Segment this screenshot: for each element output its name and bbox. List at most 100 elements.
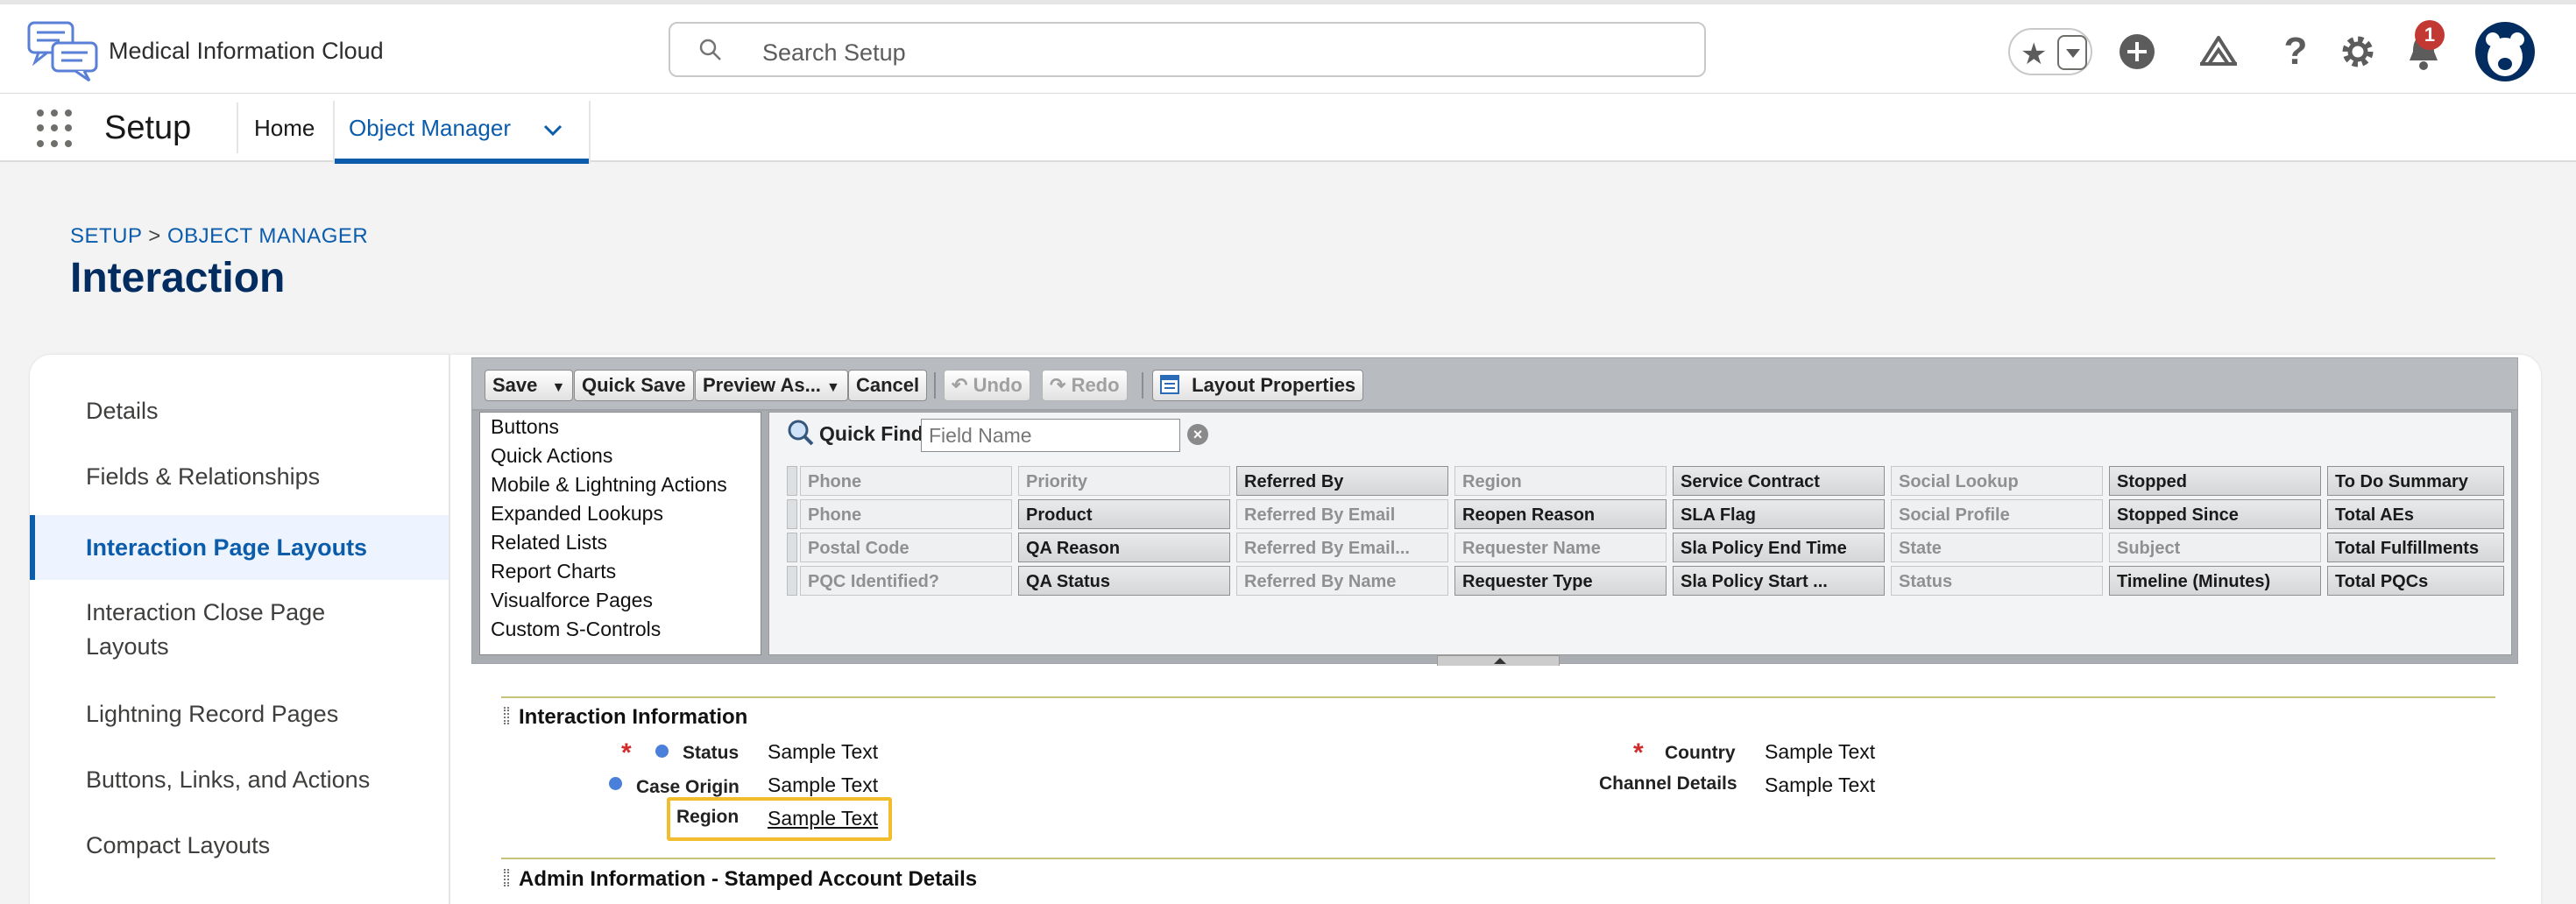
sidebar-item-details[interactable]: Details [30,394,449,428]
favorites-dropdown-icon[interactable] [2057,35,2087,70]
palette-field-postal-code: Postal Code [800,533,1012,562]
preview-as-label: Preview As... [703,374,821,396]
gear-icon[interactable] [2335,29,2381,74]
palette-field-requester-type[interactable]: Requester Type [1454,566,1667,596]
field-label-country[interactable]: Country [1665,743,1736,764]
palette-field-to-do-summary[interactable]: To Do Summary [2327,466,2504,496]
layout-properties-icon [1160,375,1179,394]
section-divider [501,696,2495,698]
sidebar-item-label-line2: Layouts [86,633,169,660]
clear-search-icon[interactable]: × [1187,424,1208,445]
cancel-button[interactable]: Cancel [848,370,928,401]
palette-field-priority: Priority [1018,466,1230,496]
palette-field-pqc-identified: PQC Identified? [800,566,1012,596]
field-value-region[interactable]: Sample Text [768,807,878,830]
breadcrumb-object-manager[interactable]: OBJECT MANAGER [167,224,368,248]
layout-properties-label: Layout Properties [1192,374,1356,396]
palette-field-product[interactable]: Product [1018,499,1230,529]
add-icon[interactable] [2114,29,2160,74]
sidebar: Details Fields & Relationships Interacti… [30,355,450,904]
preview-as-button[interactable]: Preview As... ▼ [695,370,848,401]
field-label-case-origin[interactable]: Case Origin [636,777,740,798]
chevron-down-icon[interactable] [541,118,564,141]
app-launcher-icon[interactable] [37,109,75,148]
sidebar-item-label-line1: Interaction Close Page [86,599,326,625]
palette-field-sla-flag[interactable]: SLA Flag [1673,499,1885,529]
palette-field-total-pqcs[interactable]: Total PQCs [2327,566,2504,596]
avatar[interactable] [2475,22,2535,81]
context-bar: Setup Home Object Manager [0,94,2576,164]
palette-category-expanded-lookups[interactable]: Expanded Lookups [480,499,761,528]
tab-home[interactable]: Home [254,115,315,142]
field-label-channel-details[interactable]: Channel Details [1599,773,1737,795]
palette-field-referred-by-email-2: Referred By Email... [1236,533,1448,562]
search-icon [699,39,721,60]
palette-category-buttons[interactable]: Buttons [480,413,761,441]
layout-editor-toolbar: Save ▼ Quick Save Preview As... ▼ Cancel… [471,357,2518,410]
palette-field-region-used: Region [1454,466,1667,496]
palette-field-stopped[interactable]: Stopped [2109,466,2321,496]
section-drag-handle-icon[interactable] [504,869,509,886]
palette-field-timeline-minutes[interactable]: Timeline (Minutes) [2109,566,2321,596]
palette-field-qa-status[interactable]: QA Status [1018,566,1230,596]
palette-category-related-lists[interactable]: Related Lists [480,528,761,557]
search-placeholder: Search Setup [762,39,906,66]
sidebar-item-lightning-record-pages[interactable]: Lightning Record Pages [30,697,449,731]
palette-field-status-used: Status [1891,566,2103,596]
field-label-status[interactable]: Status [683,743,739,764]
palette-field-phone-used: Phone [800,499,1012,529]
palette-field-service-contract[interactable]: Service Contract [1673,466,1885,496]
favorites-button[interactable]: ★ [2008,28,2092,75]
search-setup-input[interactable]: Search Setup [669,22,1706,77]
palette-field-total-fulfillments[interactable]: Total Fulfillments [2327,533,2504,562]
sidebar-item-interaction-page-layouts[interactable]: Interaction Page Layouts [30,515,449,580]
help-icon[interactable]: ? [2273,29,2318,74]
breadcrumb-setup[interactable]: SETUP [70,224,142,248]
app-name: Medical Information Cloud [109,38,384,64]
undo-label: Undo [973,374,1023,396]
preview-dropdown-icon[interactable]: ▼ [826,380,840,395]
palette-field-sla-policy-end-time[interactable]: Sla Policy End Time [1673,533,1885,562]
palette-scroll-stub [787,499,797,529]
palette-category-quick-actions[interactable]: Quick Actions [480,441,761,470]
save-button[interactable]: Save ▼ [485,370,574,401]
section-drag-handle-icon[interactable] [504,707,509,724]
palette-collapse-handle[interactable] [1437,655,1560,666]
palette-category-mobile-lightning-actions[interactable]: Mobile & Lightning Actions [480,470,761,499]
chat-bubbles-logo-icon[interactable] [26,20,100,83]
palette-field-subject: Subject [2109,533,2321,562]
trailhead-icon[interactable] [2196,29,2241,74]
sidebar-item-compact-layouts[interactable]: Compact Layouts [30,829,449,863]
required-star-icon: * [1633,738,1644,767]
field-label-region[interactable]: Region [676,807,739,828]
palette-field-referred-by[interactable]: Referred By [1236,466,1448,496]
palette-field-qa-reason[interactable]: QA Reason [1018,533,1230,562]
sidebar-item-fields-relationships[interactable]: Fields & Relationships [30,460,449,494]
favorites-star-icon[interactable]: ★ [2020,37,2047,72]
quick-save-button[interactable]: Quick Save [574,370,694,401]
palette-category-report-charts[interactable]: Report Charts [480,557,761,586]
tab-object-manager[interactable]: Object Manager [333,101,591,164]
palette-category-custom-s-controls[interactable]: Custom S-Controls [480,615,761,644]
sidebar-item-buttons-links-actions[interactable]: Buttons, Links, and Actions [30,763,449,797]
field-value-country: Sample Text [1765,740,1876,763]
palette-field-sla-policy-start[interactable]: Sla Policy Start ... [1673,566,1885,596]
palette-field-total-aes[interactable]: Total AEs [2327,499,2504,529]
save-dropdown-icon[interactable]: ▼ [552,380,566,395]
palette-field-social-lookup: Social Lookup [1891,466,2103,496]
section-title-admin-information[interactable]: Admin Information - Stamped Account Deta… [519,867,977,892]
layout-properties-button[interactable]: Layout Properties [1152,370,1364,401]
palette-field-referred-by-email: Referred By Email [1236,499,1448,529]
redo-button[interactable]: ↷ Redo [1042,370,1128,401]
palette-field-stopped-since[interactable]: Stopped Since [2109,499,2321,529]
palette-field-reopen-reason[interactable]: Reopen Reason [1454,499,1667,529]
field-value-status: Sample Text [768,740,879,763]
quick-find-input[interactable]: Field Name [921,419,1180,452]
palette-category-visualforce-pages[interactable]: Visualforce Pages [480,586,761,615]
palette-scroll-stub [787,533,797,562]
undo-button[interactable]: ↶ Undo [944,370,1030,401]
section-title-interaction-information[interactable]: Interaction Information [519,705,747,730]
sidebar-item-interaction-close-page-layouts[interactable]: Interaction Close Page Layouts [30,596,449,664]
field-value-channel-details: Sample Text [1765,773,1876,796]
palette-categories: Buttons Quick Actions Mobile & Lightning… [479,412,761,655]
